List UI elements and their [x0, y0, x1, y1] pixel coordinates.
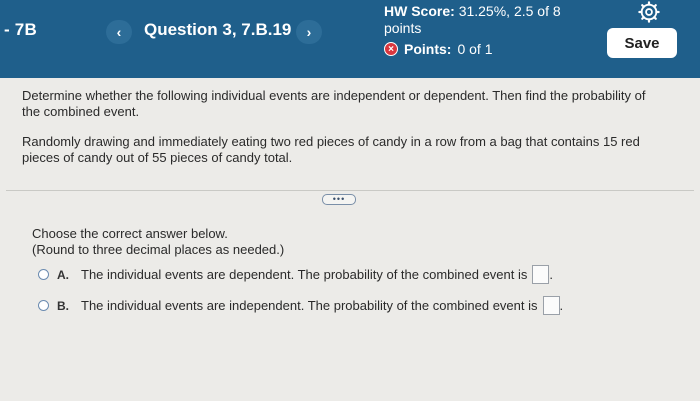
answer-prompt: Choose the correct answer below.: [32, 226, 228, 241]
gear-icon[interactable]: [638, 1, 660, 23]
save-button[interactable]: Save: [607, 28, 677, 58]
question-instruction: Determine whether the following individu…: [22, 88, 646, 119]
question-title: Question 3, 7.B.19: [144, 20, 292, 39]
question-content: Determine whether the following individu…: [0, 78, 700, 401]
choice-b-suffix: .: [559, 298, 564, 313]
chevron-left-icon: ‹: [116, 24, 122, 40]
incorrect-x-icon: ×: [384, 42, 398, 56]
chevron-right-icon: ›: [306, 24, 312, 40]
choice-b-letter: B.: [57, 298, 69, 313]
next-question-button[interactable]: ›: [296, 20, 322, 44]
choice-b-text: The individual events are independent. T…: [81, 298, 538, 313]
question-scenario: Randomly drawing and immediately eating …: [22, 134, 640, 165]
points-label: Points:: [404, 41, 452, 57]
rounding-note: (Round to three decimal places as needed…: [32, 242, 285, 257]
hw-score-points: points: [384, 20, 422, 36]
question-header: - 7B ‹ Question 3, 7.B.19 › HW Score: 31…: [0, 0, 700, 78]
points-value: 0 of 1: [457, 41, 493, 57]
choice-a-letter: A.: [57, 267, 69, 282]
expand-more-button[interactable]: •••: [322, 194, 356, 205]
choice-a-radio[interactable]: [38, 269, 49, 280]
hw-score-value: 31.25%, 2.5 of 8: [458, 3, 561, 19]
choice-a-answer-box[interactable]: [532, 265, 550, 284]
choice-b-answer-box[interactable]: [542, 296, 560, 315]
choice-b[interactable]: B. The individual events are independent…: [38, 296, 563, 315]
choice-a[interactable]: A. The individual events are dependent. …: [38, 265, 553, 284]
course-label: - 7B: [4, 20, 37, 39]
hw-score: HW Score: 31.25%, 2.5 of 8 points: [384, 3, 594, 37]
previous-question-button[interactable]: ‹: [106, 20, 132, 44]
section-divider: [6, 190, 694, 191]
question-points: × Points: 0 of 1: [384, 41, 492, 57]
choice-a-suffix: .: [549, 267, 554, 282]
choice-b-radio[interactable]: [38, 300, 49, 311]
choice-a-text: The individual events are dependent. The…: [81, 267, 528, 282]
hw-score-label: HW Score:: [384, 3, 455, 19]
answer-instructions: Choose the correct answer below. (Round …: [32, 226, 284, 258]
